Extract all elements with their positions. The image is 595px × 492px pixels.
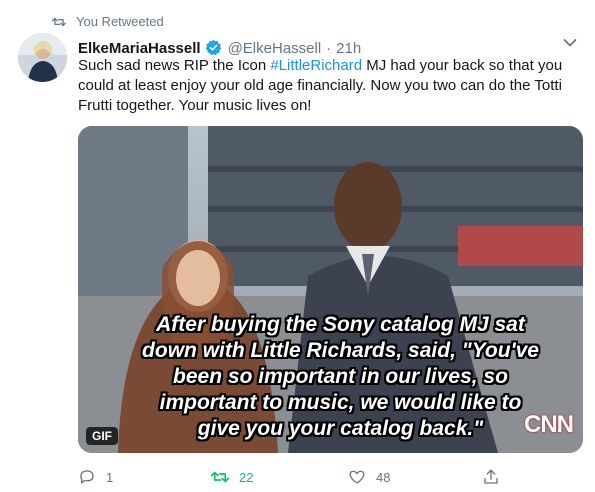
- tweet-text-part: Such sad news RIP the Icon: [78, 57, 271, 74]
- retweet-button[interactable]: 22: [211, 468, 253, 486]
- author-handle[interactable]: @ElkeHassell: [228, 40, 322, 57]
- like-button[interactable]: 48: [348, 468, 390, 486]
- verified-badge-icon: [205, 39, 221, 56]
- caption-line: important to music, we would like to: [159, 391, 522, 414]
- caption-line: After buying the Sony catalog MJ sat: [156, 313, 525, 336]
- gif-caption: After buying the Sony catalog MJ sat dow…: [78, 312, 583, 442]
- separator-dot: ·: [326, 40, 332, 57]
- reply-button[interactable]: 1: [78, 468, 113, 486]
- retweet-context-label: You Retweeted: [76, 14, 164, 29]
- reply-count: 1: [106, 469, 114, 485]
- share-button[interactable]: [482, 468, 510, 486]
- share-icon: [484, 469, 498, 484]
- chevron-down-icon[interactable]: [563, 38, 577, 48]
- like-icon: [349, 470, 365, 484]
- caption-line: give you your catalog back.": [197, 417, 484, 440]
- tweet-text: Such sad news RIP the Icon #LittleRichar…: [78, 56, 583, 116]
- caption-line: down with Little Richards, said, "You've: [142, 339, 539, 362]
- reply-icon: [80, 470, 94, 484]
- retweet-icon: [52, 17, 66, 26]
- caption-line: been so important in our lives, so: [173, 365, 508, 388]
- retweet-count: 22: [239, 469, 254, 485]
- avatar-image: [18, 33, 67, 82]
- like-count: 48: [376, 469, 391, 485]
- avatar[interactable]: [18, 33, 67, 82]
- timestamp[interactable]: 21h: [336, 40, 361, 57]
- gif-media[interactable]: After buying the Sony catalog MJ sat dow…: [78, 126, 583, 453]
- retweet-context: You Retweeted: [52, 14, 164, 29]
- hashtag-link[interactable]: #LittleRichard: [270, 57, 362, 74]
- cnn-watermark: CNN: [524, 411, 574, 438]
- author-name[interactable]: ElkeMariaHassell: [78, 40, 201, 57]
- retweet-icon: [211, 471, 229, 483]
- gif-badge: GIF: [86, 427, 118, 445]
- tweet-header: ElkeMariaHassell @ElkeHassell · 21h: [78, 36, 577, 57]
